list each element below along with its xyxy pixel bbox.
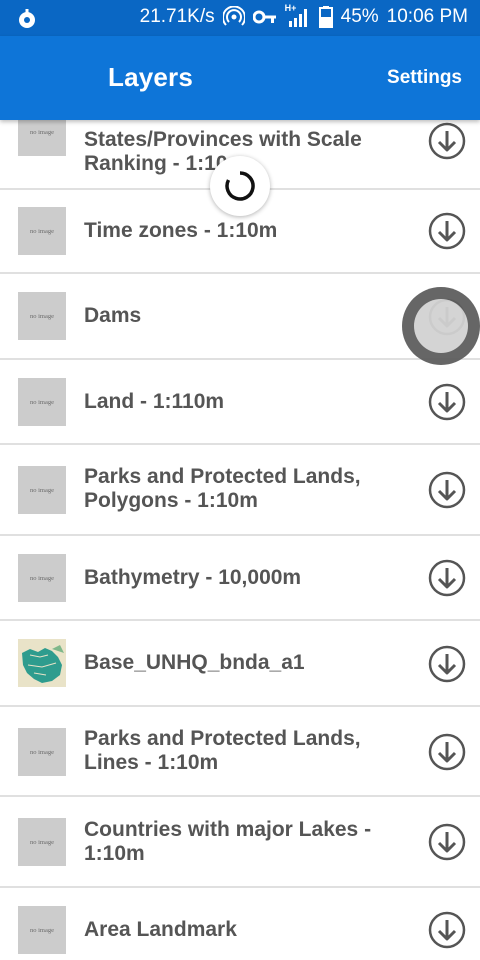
spinner-icon	[225, 171, 255, 201]
layer-thumbnail: no image	[18, 466, 66, 514]
layer-thumbnail: no image	[18, 818, 66, 866]
download-icon[interactable]	[428, 383, 466, 421]
layer-row[interactable]: no image Land - 1:110m	[0, 360, 480, 445]
layer-thumbnail: no image	[18, 120, 66, 156]
app-notification-icon	[19, 9, 35, 28]
layer-name: Parks and Protected Lands, Lines - 1:10m	[84, 727, 361, 774]
download-icon[interactable]	[428, 823, 466, 861]
loading-spinner	[210, 156, 270, 216]
download-icon[interactable]	[428, 733, 466, 771]
hotspot-icon	[222, 6, 245, 26]
layer-thumbnail: no image	[18, 906, 66, 954]
battery-icon	[318, 6, 333, 28]
layer-thumbnail: no image	[18, 292, 66, 340]
layer-thumbnail: no image	[18, 728, 66, 776]
settings-button[interactable]: Settings	[387, 67, 462, 89]
layer-name: Land - 1:110m	[84, 390, 225, 413]
layer-thumbnail: no image	[18, 554, 66, 602]
layer-name: Countries with major Lakes - 1:10m	[84, 818, 372, 865]
page-title: Layers	[108, 62, 194, 92]
download-icon[interactable]	[428, 911, 466, 949]
signal-icon: H+	[285, 3, 311, 28]
battery-percent: 45%	[340, 6, 379, 27]
layer-row[interactable]: no image Countries with major Lakes - 1:…	[0, 797, 480, 888]
map-thumbnail	[18, 639, 66, 687]
touch-indicator	[402, 287, 480, 365]
layers-list[interactable]: no image States/Provinces with Scale Ran…	[0, 120, 480, 960]
layer-name: Parks and Protected Lands, Polygons - 1:…	[84, 465, 361, 512]
download-icon[interactable]	[428, 559, 466, 597]
layer-row[interactable]: Base_UNHQ_bnda_a1	[0, 621, 480, 707]
status-bar: 21.71K/s H+ 45% 10:06 PM	[0, 0, 480, 36]
network-speed: 21.71K/s	[139, 6, 215, 27]
vpn-key-icon	[252, 10, 276, 24]
layer-thumbnail: no image	[18, 378, 66, 426]
layer-name: Base_UNHQ_bnda_a1	[84, 651, 305, 674]
layer-name: Area Landmark	[84, 918, 237, 941]
app-bar: Layers Settings	[0, 36, 480, 120]
layer-thumbnail: no image	[18, 207, 66, 255]
layer-row[interactable]: no image Parks and Protected Lands, Line…	[0, 707, 480, 797]
download-icon[interactable]	[428, 122, 466, 160]
layer-row[interactable]: no image Parks and Protected Lands, Poly…	[0, 445, 480, 536]
download-icon[interactable]	[428, 471, 466, 509]
layer-row[interactable]: no image Area Landmark	[0, 888, 480, 960]
clock: 10:06 PM	[386, 6, 468, 27]
layer-name: Dams	[84, 304, 142, 327]
layer-name: Time zones - 1:10m	[84, 219, 278, 242]
download-icon[interactable]	[428, 212, 466, 250]
layer-name: Bathymetry - 10,000m	[84, 566, 302, 589]
download-icon[interactable]	[428, 645, 466, 683]
layer-row[interactable]: no image Bathymetry - 10,000m	[0, 536, 480, 621]
